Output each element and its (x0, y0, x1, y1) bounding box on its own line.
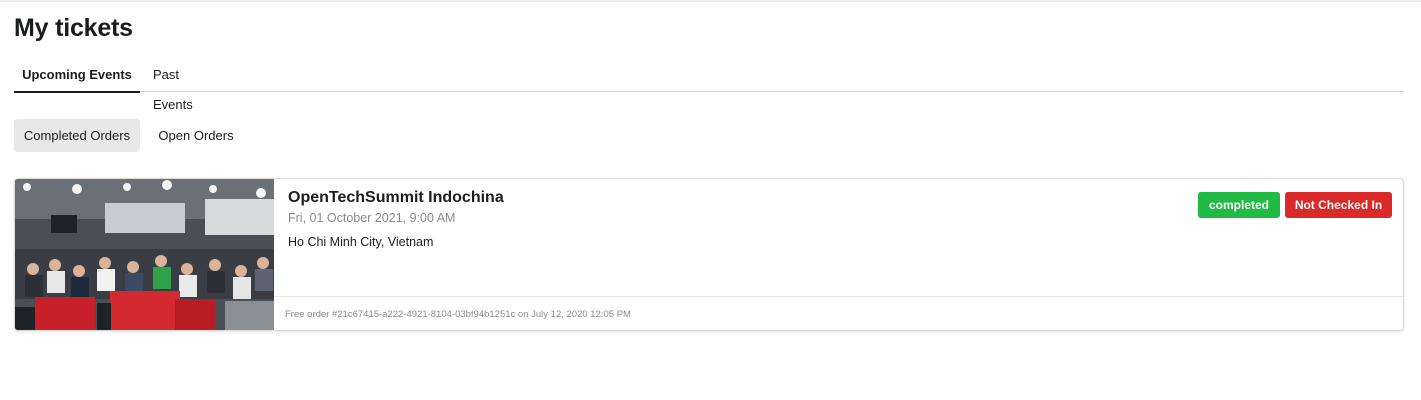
completed-orders-button[interactable]: Completed Orders (14, 119, 140, 152)
event-tabs: Upcoming Events Past Events (14, 60, 1404, 112)
page-title: My tickets (14, 14, 133, 42)
open-orders-button[interactable]: Open Orders (149, 119, 243, 152)
status-badge-completed: completed (1198, 192, 1280, 218)
tab-past-events[interactable]: Past Events (153, 60, 219, 112)
event-date: Fri, 01 October 2021, 9:00 AM (288, 211, 456, 225)
event-title[interactable]: OpenTechSummit Indochina (288, 189, 504, 207)
ticket-card[interactable]: OpenTechSummit Indochina Fri, 01 October… (14, 178, 1404, 331)
order-info: Free order #21c67415-a222-4921-8104-03bf… (285, 309, 631, 320)
event-image[interactable] (15, 179, 274, 330)
ticket-footer: Free order #21c67415-a222-4921-8104-03bf… (274, 296, 1403, 330)
top-divider (0, 0, 1421, 2)
tab-upcoming-events[interactable]: Upcoming Events (14, 60, 140, 93)
status-badge-not-checked-in: Not Checked In (1285, 192, 1392, 218)
event-location: Ho Chi Minh City, Vietnam (288, 235, 434, 249)
